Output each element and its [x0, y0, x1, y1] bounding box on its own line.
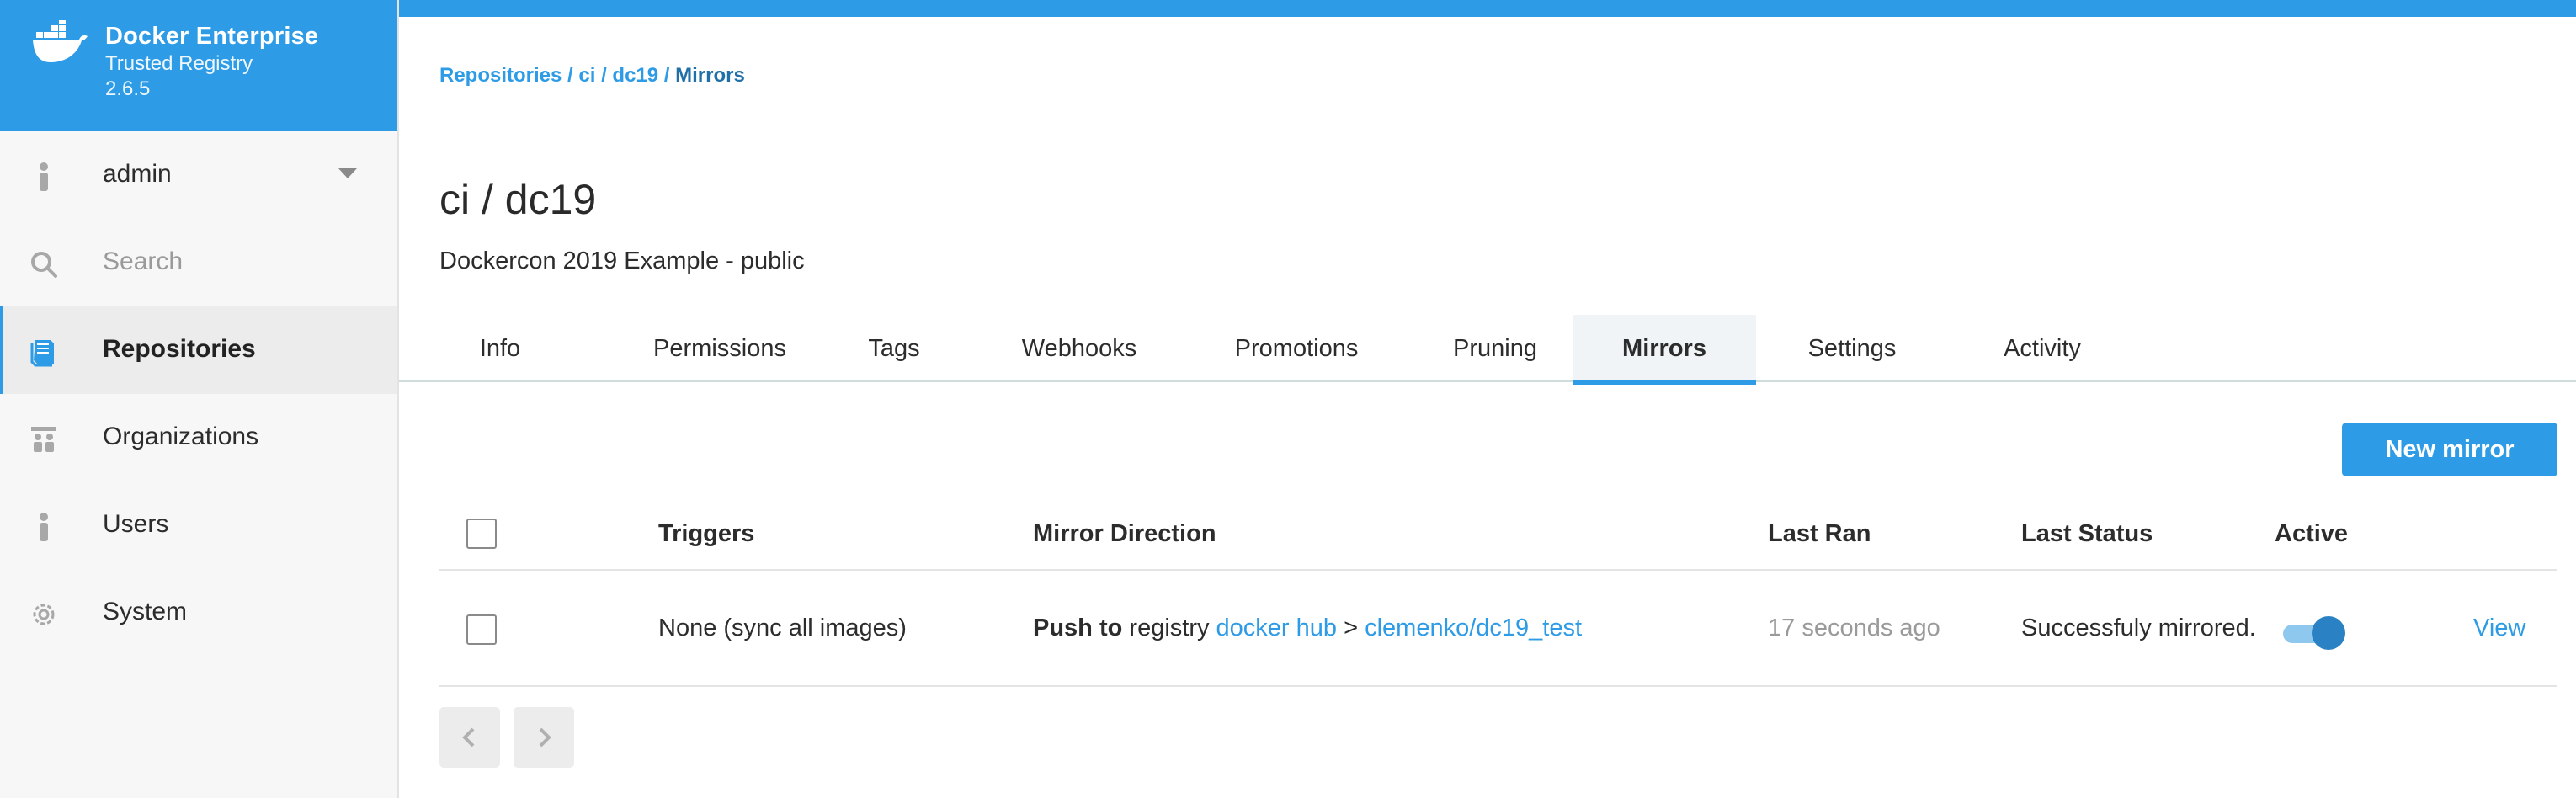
- tab-promotions[interactable]: Promotions: [1214, 315, 1379, 382]
- column-header-mirror-direction[interactable]: Mirror Direction: [1033, 520, 1216, 548]
- user-menu[interactable]: admin: [0, 131, 397, 219]
- breadcrumb-repo[interactable]: dc19: [612, 64, 658, 87]
- tab-tags[interactable]: Tags: [860, 315, 928, 382]
- tab-pruning[interactable]: Pruning: [1436, 315, 1554, 382]
- row-last-ran: 17 seconds ago: [1768, 614, 1940, 641]
- row-checkbox[interactable]: [466, 614, 497, 645]
- docker-whale-icon: [33, 20, 88, 62]
- column-header-active[interactable]: Active: [2275, 520, 2348, 548]
- page-title: ci / dc19: [439, 176, 597, 223]
- row-mirror-direction: Push to registry docker hub > clemenko/d…: [1033, 614, 1582, 642]
- sidebar-item-repositories[interactable]: Repositories: [0, 306, 397, 394]
- brand-subtitle: Trusted Registry: [105, 52, 253, 75]
- view-link[interactable]: View: [2473, 614, 2525, 642]
- top-accent-bar: [399, 0, 2576, 17]
- sidebar-item-label: Organizations: [103, 423, 259, 450]
- active-toggle[interactable]: [2283, 616, 2345, 650]
- next-page-button[interactable]: [514, 707, 574, 768]
- brand-header[interactable]: Docker Enterprise Trusted Registry 2.6.5: [0, 0, 397, 131]
- breadcrumb-namespace[interactable]: ci: [578, 64, 595, 87]
- sidebar-item-label: Users: [103, 510, 169, 538]
- tab-mirrors[interactable]: Mirrors: [1573, 315, 1756, 385]
- sidebar-search[interactable]: Search: [0, 219, 397, 306]
- column-header-last-status[interactable]: Last Status: [2021, 520, 2153, 548]
- new-mirror-button[interactable]: New mirror: [2342, 423, 2557, 476]
- tab-settings[interactable]: Settings: [1800, 315, 1904, 382]
- select-all-checkbox[interactable]: [466, 519, 497, 549]
- sidebar-item-organizations[interactable]: Organizations: [0, 394, 397, 481]
- search-input[interactable]: Search: [103, 247, 183, 276]
- sidebar-item-label: Repositories: [103, 335, 256, 363]
- breadcrumb-repositories[interactable]: Repositories: [439, 64, 562, 87]
- table-row: None (sync all images) Push to registry …: [439, 572, 2557, 687]
- target-repo-link[interactable]: clemenko/dc19_test: [1365, 614, 1582, 641]
- row-last-status: Successfuly mirrored.: [2021, 614, 2256, 641]
- chevron-left-icon: [462, 727, 475, 747]
- sidebar-item-label: System: [103, 598, 188, 625]
- table-header: Triggers Mirror Direction Last Ran Last …: [439, 497, 2557, 571]
- sidebar-item-system[interactable]: System: [0, 569, 397, 657]
- user-icon: [40, 162, 48, 191]
- row-triggers: None (sync all images): [658, 614, 907, 641]
- gear-icon: [33, 604, 55, 625]
- column-header-last-ran[interactable]: Last Ran: [1768, 520, 1871, 548]
- direction-arrow: >: [1344, 614, 1359, 641]
- sidebar-item-users[interactable]: Users: [0, 481, 397, 569]
- previous-page-button[interactable]: [439, 707, 500, 768]
- chevron-down-icon[interactable]: [338, 168, 357, 178]
- tab-info[interactable]: Info: [470, 315, 530, 382]
- brand-version: 2.6.5: [105, 77, 151, 100]
- user-icon: [40, 513, 48, 541]
- breadcrumb-current: Mirrors: [675, 64, 745, 87]
- repo-description: Dockercon 2019 Example - public: [439, 247, 805, 274]
- tab-webhooks[interactable]: Webhooks: [1005, 315, 1153, 382]
- direction-word: registry: [1129, 614, 1210, 641]
- repo-tabs: Info Permissions Tags Webhooks Promotion…: [399, 315, 2576, 385]
- user-menu-label: admin: [103, 160, 172, 188]
- breadcrumb: Repositories / ci / dc19 / Mirrors: [439, 64, 745, 87]
- search-icon: [31, 252, 57, 278]
- column-header-triggers[interactable]: Triggers: [658, 520, 754, 548]
- tab-permissions[interactable]: Permissions: [628, 315, 812, 382]
- registry-link[interactable]: docker hub: [1216, 614, 1338, 641]
- sidebar: Docker Enterprise Trusted Registry 2.6.5…: [0, 0, 399, 798]
- toggle-knob: [2312, 616, 2345, 650]
- organizations-icon: [31, 427, 56, 452]
- tab-activity[interactable]: Activity: [1978, 315, 2106, 382]
- direction-verb: Push to: [1033, 614, 1123, 641]
- chevron-right-icon: [539, 727, 551, 747]
- brand-title: Docker Enterprise: [105, 23, 319, 50]
- repositories-icon: [30, 340, 54, 367]
